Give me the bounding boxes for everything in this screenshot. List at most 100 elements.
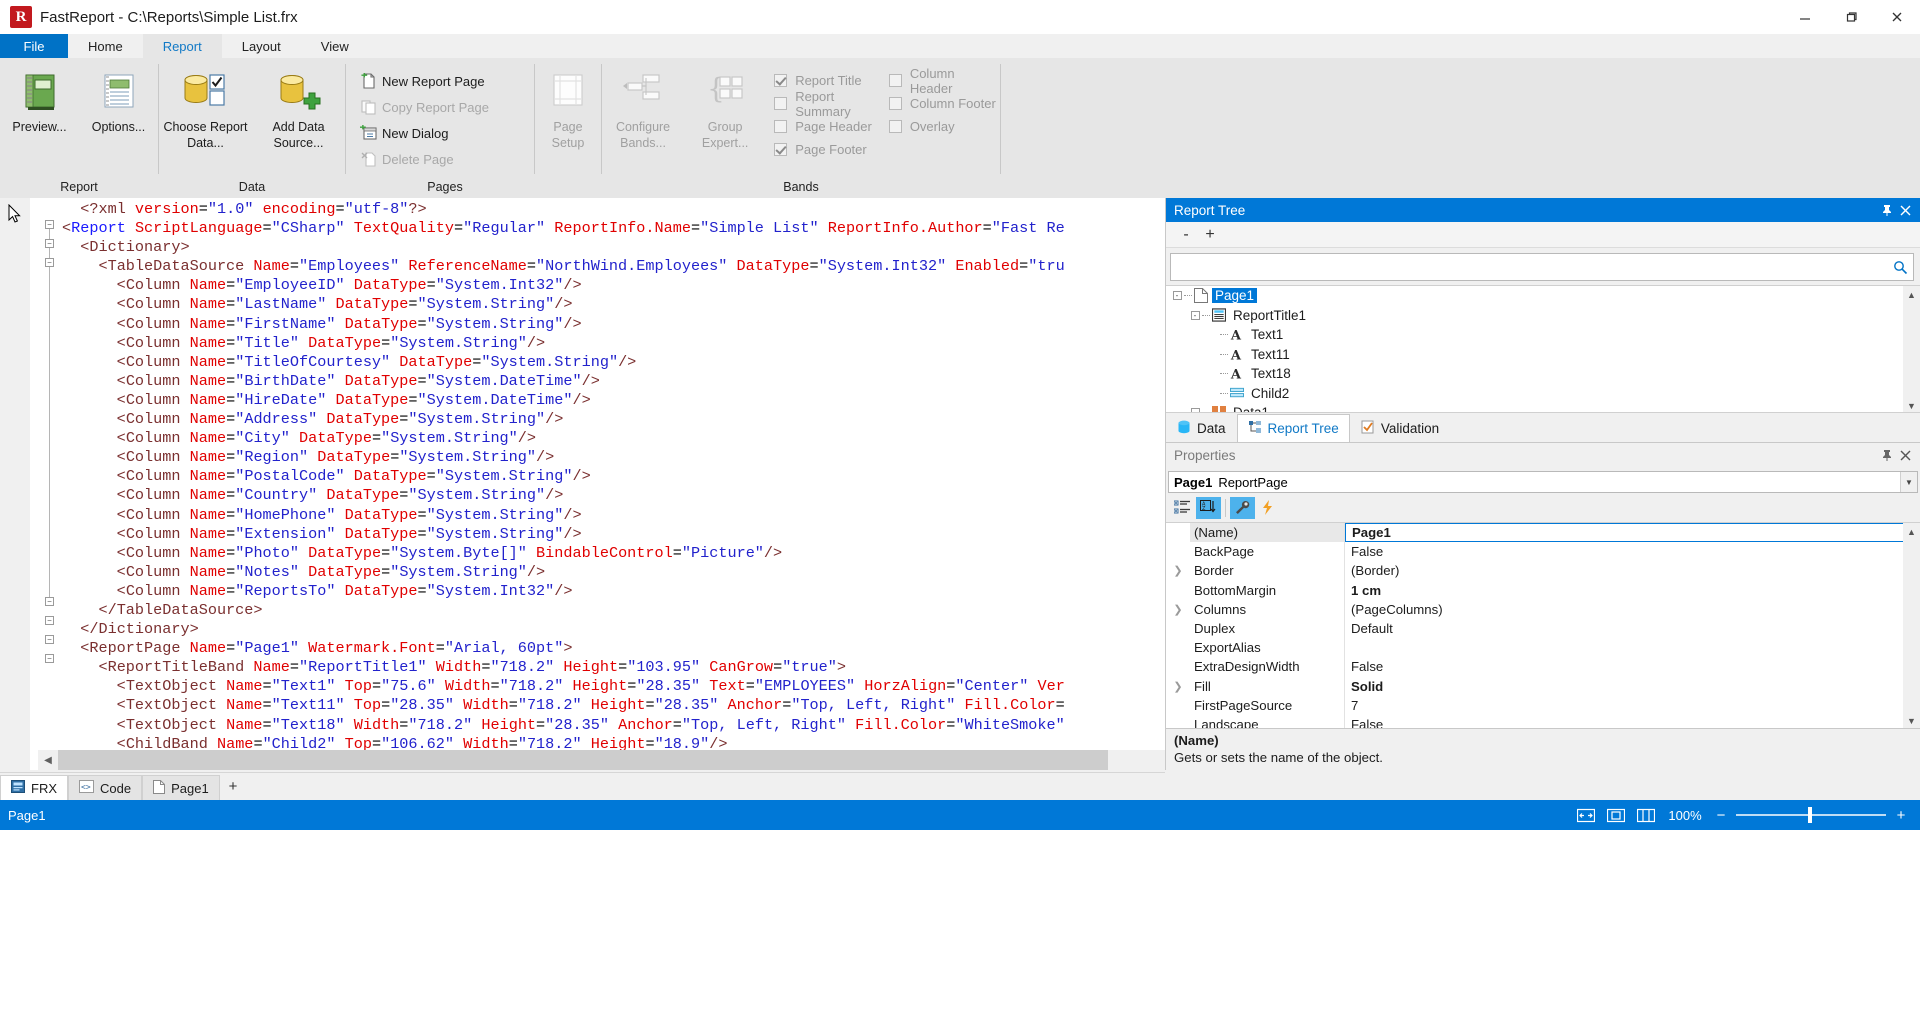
doc-tab-code[interactable]: <> Code (68, 774, 143, 801)
property-value[interactable]: Solid (1345, 677, 1920, 696)
collapse-all-button[interactable]: - (1174, 224, 1198, 246)
tab-report[interactable]: Report (142, 34, 222, 58)
tab-home[interactable]: Home (68, 34, 143, 58)
properties-grid[interactable]: (Name) Page1 BackPage False ❯ Border (Border) B… (1166, 522, 1920, 728)
tab-layout[interactable]: Layout (222, 34, 301, 58)
property-value[interactable]: Default (1345, 619, 1920, 638)
tree-node[interactable]: A Text11 (1166, 345, 1920, 365)
tree-expander-icon[interactable]: - (1188, 308, 1202, 322)
add-tab-button[interactable]: + (220, 778, 247, 795)
doc-tab-frx[interactable]: FRX (0, 774, 68, 801)
tree-expander-icon[interactable]: - (1188, 406, 1202, 412)
property-value[interactable]: 7 (1345, 696, 1920, 715)
report-tree-search-input[interactable] (1171, 255, 1887, 279)
configure-bands-button[interactable]: Configure Bands... (602, 66, 684, 151)
categorized-button[interactable] (1170, 497, 1195, 519)
multipage-icon[interactable] (1634, 805, 1658, 825)
expand-chevron-icon[interactable]: ❯ (1166, 603, 1190, 616)
fold-toggle[interactable]: − (45, 635, 54, 644)
alphabetical-button[interactable]: A Z (1196, 496, 1221, 519)
property-row[interactable]: ❯ Fill Solid (1166, 676, 1920, 696)
fold-toggle[interactable]: − (45, 616, 54, 625)
options-button[interactable]: Options... (80, 66, 158, 136)
hscroll-thumb[interactable] (58, 750, 1108, 770)
checkbox-page-header[interactable]: Page Header (774, 115, 877, 138)
tab-data[interactable]: Data (1166, 414, 1237, 442)
property-row[interactable]: Landscape False (1166, 714, 1920, 728)
tree-node[interactable]: - ReportTitle1 (1166, 306, 1920, 326)
expand-chevron-icon[interactable]: ❯ (1166, 680, 1190, 693)
fold-toggle[interactable]: − (45, 597, 54, 606)
maximize-icon[interactable] (1828, 0, 1874, 34)
property-value[interactable] (1345, 638, 1920, 657)
fold-toggle[interactable]: − (45, 654, 54, 663)
property-value[interactable]: False (1345, 715, 1920, 728)
property-row[interactable]: (Name) Page1 (1166, 523, 1920, 543)
new-dialog-button[interactable]: New Dialog (356, 120, 497, 146)
tree-expander-icon[interactable]: - (1170, 289, 1184, 303)
checkbox-column-header[interactable]: Column Header (888, 66, 1000, 96)
checkbox-page-footer[interactable]: Page Footer (774, 138, 877, 161)
zoom-slider-knob[interactable] (1808, 807, 1812, 823)
property-value[interactable]: False (1345, 657, 1920, 676)
expand-all-button[interactable]: + (1198, 224, 1222, 246)
property-row[interactable]: BottomMargin 1 cm (1166, 580, 1920, 600)
property-row[interactable]: FirstPageSource 7 (1166, 695, 1920, 715)
tab-report-tree[interactable]: Report Tree (1236, 414, 1350, 442)
tree-node[interactable]: A Text1 (1166, 325, 1920, 345)
properties-object-selector[interactable]: Page1 ReportPage ▼ (1168, 471, 1918, 493)
tree-scroll-down-icon[interactable]: ▼ (1903, 397, 1920, 412)
fit-width-icon[interactable] (1574, 805, 1598, 825)
page-setup-button[interactable]: Page Setup (537, 66, 599, 151)
tab-view[interactable]: View (301, 34, 369, 58)
property-row[interactable]: BackPage False (1166, 542, 1920, 562)
zoom-slider[interactable] (1736, 805, 1886, 825)
expand-chevron-icon[interactable]: ❯ (1166, 564, 1190, 577)
doc-tab-page1[interactable]: Page1 (142, 774, 220, 801)
tree-scroll-up-icon[interactable]: ▲ (1903, 286, 1920, 303)
properties-vertical-scrollbar[interactable]: ▲ ▼ (1903, 523, 1920, 728)
delete-page-button[interactable]: Delete Page (356, 146, 497, 172)
property-value[interactable]: False (1345, 542, 1920, 561)
checkbox-overlay[interactable]: Overlay (888, 115, 1000, 138)
scroll-left-icon[interactable]: ◀ (38, 750, 58, 770)
fold-toggle[interactable]: − (45, 258, 54, 267)
tree-node[interactable]: - Page1 (1166, 286, 1920, 306)
tree-vertical-scrollbar[interactable]: ▲ ▼ (1903, 286, 1920, 412)
panel-close-icon[interactable] (1896, 201, 1914, 219)
tab-validation[interactable]: Validation (1349, 414, 1451, 442)
events-button[interactable] (1256, 497, 1281, 519)
pin-icon[interactable] (1878, 201, 1896, 219)
properties-pin-icon[interactable] (1878, 446, 1896, 464)
tree-node[interactable]: A Text18 (1166, 364, 1920, 384)
close-icon[interactable] (1874, 0, 1920, 34)
preview-button[interactable]: Preview... (1, 66, 79, 136)
tree-node[interactable]: - Data1 (1166, 403, 1920, 412)
search-icon[interactable] (1887, 260, 1913, 275)
property-value[interactable]: Page1 (1345, 523, 1920, 543)
property-row[interactable]: ❯ Columns (PageColumns) (1166, 599, 1920, 619)
property-row[interactable]: ExtraDesignWidth False (1166, 657, 1920, 677)
property-value[interactable]: 1 cm (1345, 581, 1920, 600)
properties-close-icon[interactable] (1896, 446, 1914, 464)
prop-scroll-up-icon[interactable]: ▲ (1903, 523, 1920, 540)
chevron-down-icon[interactable]: ▼ (1900, 472, 1917, 492)
report-tree-search[interactable] (1170, 253, 1914, 281)
property-value[interactable]: (PageColumns) (1345, 600, 1920, 619)
minimize-icon[interactable] (1782, 0, 1828, 34)
properties-button[interactable] (1230, 496, 1255, 519)
property-row[interactable]: ❯ Border (Border) (1166, 561, 1920, 581)
add-data-source-button[interactable]: Add Data Source... (252, 66, 345, 151)
tree-node[interactable]: Child2 (1166, 384, 1920, 404)
prop-scroll-down-icon[interactable]: ▼ (1903, 712, 1920, 728)
fit-page-icon[interactable] (1604, 805, 1628, 825)
zoom-in-button[interactable]: + (1892, 807, 1910, 824)
copy-report-page-button[interactable]: Copy Report Page (356, 94, 497, 120)
report-tree-body[interactable]: - Page1- ReportTitle1 A Text1 A Text11 A Text18 C… (1166, 285, 1920, 413)
tab-file[interactable]: File (0, 34, 68, 58)
fold-toggle[interactable]: − (45, 239, 54, 248)
property-row[interactable]: Duplex Default (1166, 618, 1920, 639)
checkbox-column-footer[interactable]: Column Footer (888, 92, 1000, 115)
choose-report-data-button[interactable]: Choose Report Data... (159, 66, 252, 151)
new-report-page-button[interactable]: New Report Page (356, 68, 497, 94)
